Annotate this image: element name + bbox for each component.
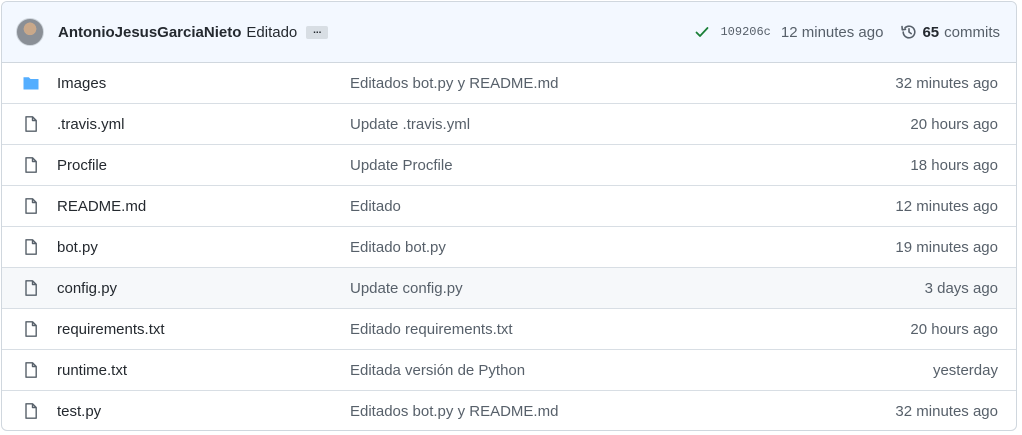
file-name-link[interactable]: config.py — [57, 280, 117, 297]
file-name-link[interactable]: bot.py — [57, 239, 98, 256]
file-icon — [25, 157, 37, 173]
file-row[interactable]: bot.py Editado bot.py 19 minutes ago — [2, 226, 1016, 267]
latest-commit-bar: AntonioJesusGarciaNieto Editado ... 1092… — [2, 2, 1016, 63]
history-icon — [901, 25, 917, 39]
file-commit-message-link[interactable]: Editada versión de Python — [350, 362, 525, 379]
file-icon — [25, 362, 37, 378]
file-name-link[interactable]: Procfile — [57, 157, 107, 174]
file-commit-age: 19 minutes ago — [895, 238, 998, 256]
file-commit-age: 18 hours ago — [910, 156, 998, 174]
file-commit-age: 3 days ago — [924, 279, 998, 297]
file-icon — [25, 239, 37, 255]
file-row[interactable]: .travis.yml Update .travis.yml 20 hours … — [2, 103, 1016, 144]
commit-history-link[interactable]: 65 commits — [900, 23, 1000, 41]
file-commit-message-link[interactable]: Editados bot.py y README.md — [350, 75, 558, 92]
file-commit-age: 12 minutes ago — [895, 197, 998, 215]
expand-commit-message-button[interactable]: ... — [306, 25, 329, 39]
file-commit-message-link[interactable]: Editado — [350, 198, 401, 215]
folder-icon — [23, 77, 39, 90]
file-commit-age: yesterday — [932, 361, 998, 379]
commit-count: 65 — [922, 23, 940, 41]
file-icon — [25, 321, 37, 337]
file-commit-message-link[interactable]: Update Procfile — [350, 157, 453, 174]
file-icon — [25, 116, 37, 132]
file-row[interactable]: README.md Editado 12 minutes ago — [2, 185, 1016, 226]
file-commit-age: 20 hours ago — [910, 320, 998, 338]
file-icon — [25, 403, 37, 419]
commit-author-link[interactable]: AntonioJesusGarciaNieto — [58, 24, 241, 41]
commit-message-link[interactable]: Editado — [246, 24, 297, 41]
file-row[interactable]: config.py Update config.py 3 days ago — [2, 267, 1016, 308]
file-commit-message-link[interactable]: Editado bot.py — [350, 239, 446, 256]
file-commit-message-link[interactable]: Update .travis.yml — [350, 116, 470, 133]
file-row[interactable]: Procfile Update Procfile 18 hours ago — [2, 144, 1016, 185]
commits-label: commits — [944, 23, 1000, 41]
file-name-link[interactable]: Images — [57, 75, 106, 92]
file-commit-age: 32 minutes ago — [895, 74, 998, 92]
avatar[interactable] — [16, 18, 44, 46]
file-name-link[interactable]: test.py — [57, 403, 101, 420]
file-name-link[interactable]: requirements.txt — [57, 321, 165, 338]
commit-time: 12 minutes ago — [780, 23, 884, 41]
file-commit-message-link[interactable]: Update config.py — [350, 280, 463, 297]
file-row[interactable]: runtime.txt Editada versión de Python ye… — [2, 349, 1016, 390]
file-icon — [25, 280, 37, 296]
file-icon — [25, 198, 37, 214]
file-name-link[interactable]: .travis.yml — [57, 116, 125, 133]
check-icon[interactable] — [694, 24, 710, 40]
file-row[interactable]: requirements.txt Editado requirements.tx… — [2, 308, 1016, 349]
file-row[interactable]: test.py Editados bot.py y README.md 32 m… — [2, 390, 1016, 430]
file-browser: AntonioJesusGarciaNieto Editado ... 1092… — [1, 1, 1017, 431]
file-commit-message-link[interactable]: Editado requirements.txt — [350, 321, 513, 338]
file-commit-age: 20 hours ago — [910, 115, 998, 133]
file-commit-age: 32 minutes ago — [895, 402, 998, 420]
file-list: Images Editados bot.py y README.md 32 mi… — [2, 63, 1016, 430]
file-commit-message-link[interactable]: Editados bot.py y README.md — [350, 403, 558, 420]
file-row[interactable]: Images Editados bot.py y README.md 32 mi… — [2, 63, 1016, 103]
commit-sha-link[interactable]: 109206c — [720, 25, 770, 39]
file-name-link[interactable]: runtime.txt — [57, 362, 127, 379]
file-name-link[interactable]: README.md — [57, 198, 146, 215]
